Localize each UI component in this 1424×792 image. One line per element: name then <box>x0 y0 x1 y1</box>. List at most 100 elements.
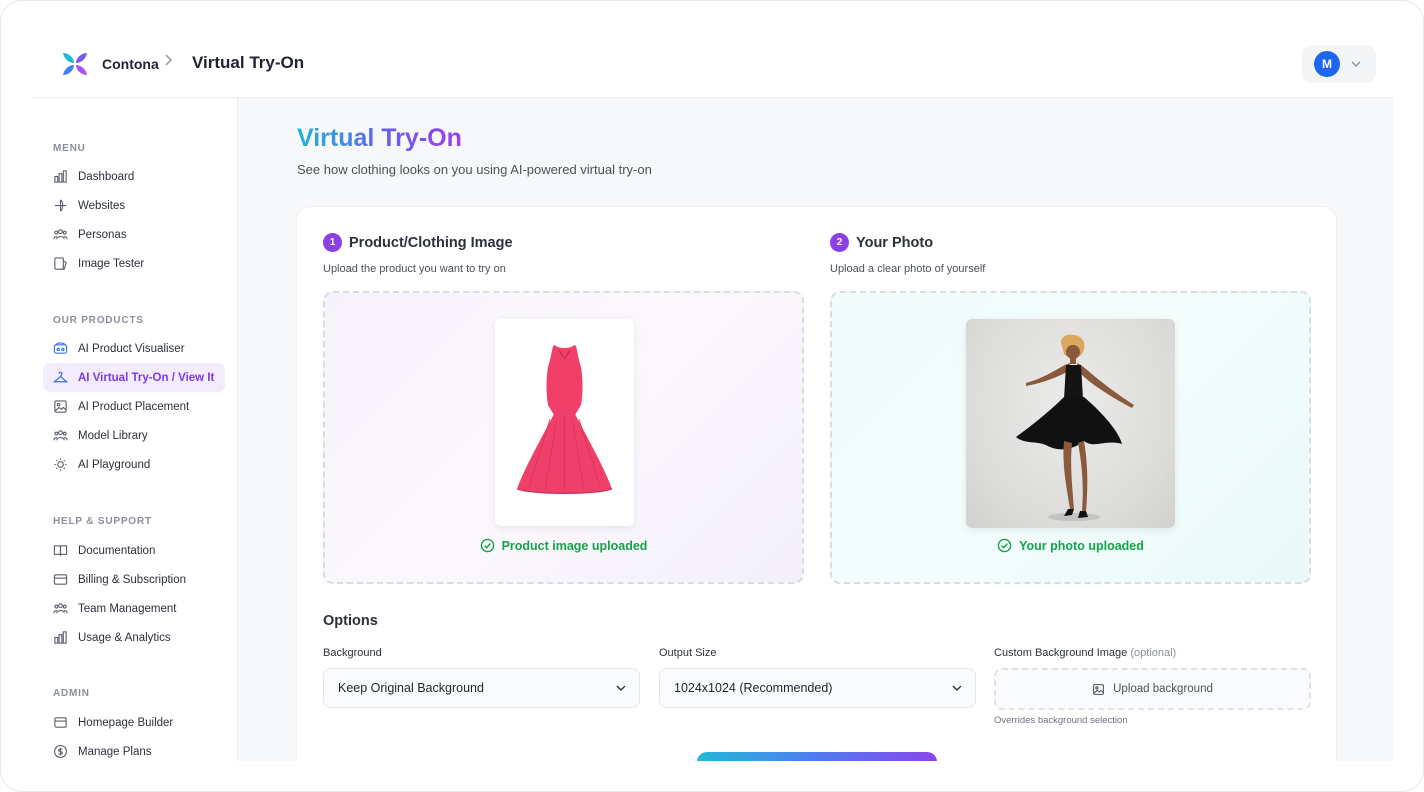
contona-logo[interactable] <box>61 50 89 78</box>
window-frame: Contona Virtual Try-On M MENU Dashboard … <box>0 0 1424 792</box>
sidebar-item-billing[interactable]: Billing & Subscription <box>43 565 225 594</box>
options-title: Options <box>323 613 378 629</box>
user-photo-dropzone[interactable]: Your photo uploaded <box>830 291 1311 584</box>
brand-name[interactable]: Contona <box>102 56 159 72</box>
optional-tag: (optional) <box>1130 647 1177 659</box>
step-title: Product/Clothing Image <box>349 234 513 251</box>
try-on-card: 1 Product/Clothing Image Upload the prod… <box>296 206 1337 761</box>
step-subtitle: Upload the product you want to try on <box>323 263 506 275</box>
sidebar-item-label: Personas <box>78 228 127 241</box>
image-icon <box>1093 683 1105 695</box>
sidebar-item-label: AI Playground <box>78 458 151 471</box>
product-upload-status: Product image uploaded <box>325 538 802 553</box>
product-image-preview <box>495 319 634 526</box>
sidebar-item-label: Image Tester <box>78 257 145 270</box>
user-menu-button[interactable]: M <box>1302 45 1376 83</box>
upload-background-label: Upload background <box>1113 683 1213 695</box>
globe-icon <box>54 199 67 212</box>
sidebar: MENU Dashboard Websites Personas Image T… <box>33 98 238 761</box>
sidebar-item-label: AI Product Visualiser <box>78 342 185 355</box>
chevron-down-icon <box>1351 61 1361 67</box>
breadcrumb-chevron-icon <box>164 53 174 71</box>
user-photo-preview <box>966 319 1175 528</box>
card-icon <box>53 574 68 585</box>
output-size-select[interactable]: 1024x1024 (Recommended) <box>659 668 976 708</box>
output-size-select-value: 1024x1024 (Recommended) <box>674 681 833 695</box>
custom-background-label: Custom Background Image (optional) <box>994 647 1176 659</box>
users-icon <box>53 430 68 441</box>
step-2-header: 2 Your Photo <box>830 233 933 252</box>
app: Contona Virtual Try-On M MENU Dashboard … <box>33 33 1393 761</box>
woman-in-black-dress-image <box>1016 334 1134 521</box>
breadcrumb-current-page: Virtual Try-On <box>192 53 305 72</box>
step-number-badge: 1 <box>323 233 342 252</box>
sidebar-item-label: Manage Plans <box>78 745 152 758</box>
sidebar-section-help: HELP & SUPPORT <box>53 516 152 527</box>
main-content: Virtual Try-On See how clothing looks on… <box>238 98 1393 761</box>
sidebar-section-menu: MENU <box>53 143 86 154</box>
step-1-header: 1 Product/Clothing Image <box>323 233 513 252</box>
custom-background-hint: Overrides background selection <box>994 715 1128 726</box>
sidebar-item-label: Team Management <box>78 602 177 615</box>
upload-background-button[interactable]: Upload background <box>994 668 1311 710</box>
sidebar-item-label: Model Library <box>78 429 148 442</box>
sidebar-item-image-tester[interactable]: Image Tester <box>43 249 225 278</box>
pink-dress-image <box>516 345 613 494</box>
dollar-icon <box>54 745 67 758</box>
sidebar-item-manage-plans[interactable]: Manage Plans <box>43 737 225 761</box>
sidebar-item-team-management[interactable]: Team Management <box>43 594 225 623</box>
layout-icon <box>54 717 67 728</box>
image-test-icon <box>54 257 67 270</box>
sidebar-item-label: Homepage Builder <box>78 716 174 729</box>
users-icon <box>53 603 68 614</box>
page-title: Virtual Try-On <box>297 124 462 152</box>
sidebar-item-ai-product-visualiser[interactable]: AI Product Visualiser <box>43 334 225 363</box>
step-title: Your Photo <box>856 234 934 251</box>
sidebar-item-homepage-builder[interactable]: Homepage Builder <box>43 708 225 737</box>
users-icon <box>53 229 68 240</box>
background-select-value: Keep Original Background <box>338 681 484 695</box>
upload-status-text: Product image uploaded <box>501 538 648 553</box>
bar-chart-icon <box>54 631 67 644</box>
sidebar-item-personas[interactable]: Personas <box>43 220 225 249</box>
sidebar-item-websites[interactable]: Websites <box>43 191 225 220</box>
book-icon <box>53 545 68 556</box>
top-bar: Contona Virtual Try-On M <box>33 33 1393 98</box>
sidebar-item-usage-analytics[interactable]: Usage & Analytics <box>43 623 225 652</box>
image-icon <box>54 400 67 413</box>
sidebar-item-label: Websites <box>78 199 126 212</box>
chevron-down-icon <box>952 685 962 691</box>
product-image-dropzone[interactable]: Product image uploaded <box>323 291 804 584</box>
check-circle-icon <box>480 538 494 553</box>
sidebar-item-model-library[interactable]: Model Library <box>43 421 225 450</box>
step-subtitle: Upload a clear photo of yourself <box>830 263 986 275</box>
lightbulb-icon <box>54 458 67 471</box>
photo-upload-status: Your photo uploaded <box>832 538 1309 553</box>
background-label: Background <box>323 647 382 659</box>
vr-icon <box>53 342 68 354</box>
sidebar-item-label: AI Virtual Try-On / View It <box>78 371 215 384</box>
sidebar-item-label: Billing & Subscription <box>78 573 187 586</box>
sidebar-item-label: Documentation <box>78 544 156 557</box>
sidebar-item-ai-playground[interactable]: AI Playground <box>43 450 225 479</box>
background-select[interactable]: Keep Original Background <box>323 668 640 708</box>
sidebar-item-label: Dashboard <box>78 170 135 183</box>
sidebar-item-documentation[interactable]: Documentation <box>43 536 225 565</box>
output-size-label: Output Size <box>659 647 717 659</box>
sidebar-item-ai-product-placement[interactable]: AI Product Placement <box>43 392 225 421</box>
bar-chart-icon <box>54 170 67 183</box>
avatar: M <box>1314 51 1340 77</box>
page-subtitle: See how clothing looks on you using AI-p… <box>297 162 652 177</box>
sidebar-item-label: Usage & Analytics <box>78 631 171 644</box>
sidebar-item-label: AI Product Placement <box>78 400 190 413</box>
sidebar-section-admin: ADMIN <box>53 688 90 699</box>
sidebar-item-dashboard[interactable]: Dashboard <box>43 162 225 191</box>
check-circle-icon <box>997 538 1012 553</box>
sidebar-item-ai-virtual-try-on[interactable]: AI Virtual Try-On / View It <box>43 363 225 392</box>
sidebar-section-products: OUR PRODUCTS <box>53 315 144 326</box>
upload-status-text: Your photo uploaded <box>1019 538 1144 553</box>
custom-background-label-text: Custom Background Image <box>994 647 1128 659</box>
hanger-icon <box>53 371 68 383</box>
step-number-badge: 2 <box>830 233 849 252</box>
generate-button[interactable] <box>697 752 937 761</box>
